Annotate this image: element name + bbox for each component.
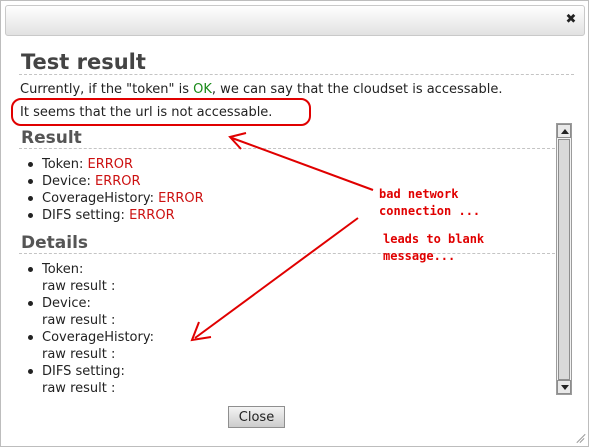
details-item-device: Device: <box>25 295 154 312</box>
resize-grip-icon[interactable] <box>575 433 585 443</box>
annotation-note-2: leads to blank message... <box>383 232 485 263</box>
status-error: ERROR <box>158 191 204 206</box>
dialog-titlebar[interactable]: ✖ <box>5 5 585 36</box>
result-item-coveragehistory: CoverageHistory: ERROR <box>25 190 204 207</box>
status-error: ERROR <box>129 208 175 223</box>
status-error: ERROR <box>87 157 134 172</box>
result-item-difs: DIFS setting: ERROR <box>25 207 204 224</box>
arrow-down-icon <box>561 385 569 390</box>
result-divider <box>19 148 555 149</box>
details-item-coveragehistory: CoverageHistory: <box>25 329 154 346</box>
intro-before: Currently, if the "token" is <box>20 82 194 97</box>
close-icon[interactable]: ✖ <box>564 13 578 27</box>
details-item-token: Token: <box>25 261 154 278</box>
result-item-device: Device: ERROR <box>25 173 204 190</box>
details-list: Token: raw result : Device: raw result :… <box>25 261 154 397</box>
content-scrollbar[interactable] <box>556 123 572 395</box>
status-error: ERROR <box>94 174 141 189</box>
details-item-difs: DIFS setting: <box>25 363 154 380</box>
intro-text: Currently, if the "token" is OK, we can … <box>20 82 503 97</box>
status-message: It seems that the url is not accessable. <box>20 105 273 120</box>
details-heading: Details <box>21 233 89 253</box>
intro-after: , we can say that the cloudset is access… <box>211 82 503 97</box>
details-raw-coveragehistory: raw result : <box>42 347 116 362</box>
details-raw-device: raw result : <box>42 313 116 328</box>
title-divider <box>19 74 574 75</box>
result-item-token: Token: ERROR <box>25 156 204 173</box>
close-button[interactable]: Close <box>228 406 285 428</box>
dialog-title: Test result <box>21 50 146 74</box>
scroll-up-button[interactable] <box>557 124 571 138</box>
scroll-thumb[interactable] <box>558 139 570 380</box>
annotation-note-1: bad network connection ... <box>379 187 481 218</box>
test-result-dialog: ✖ Test result Currently, if the "token" … <box>0 0 589 447</box>
details-raw-difs: raw result : <box>42 381 116 396</box>
scroll-down-button[interactable] <box>557 380 571 394</box>
details-raw-token: raw result : <box>42 279 116 294</box>
result-heading: Result <box>21 128 82 148</box>
result-list: Token: ERROR Device: ERROR CoverageHisto… <box>25 156 204 224</box>
arrow-up-icon <box>561 129 569 134</box>
intro-ok: OK <box>193 82 212 97</box>
